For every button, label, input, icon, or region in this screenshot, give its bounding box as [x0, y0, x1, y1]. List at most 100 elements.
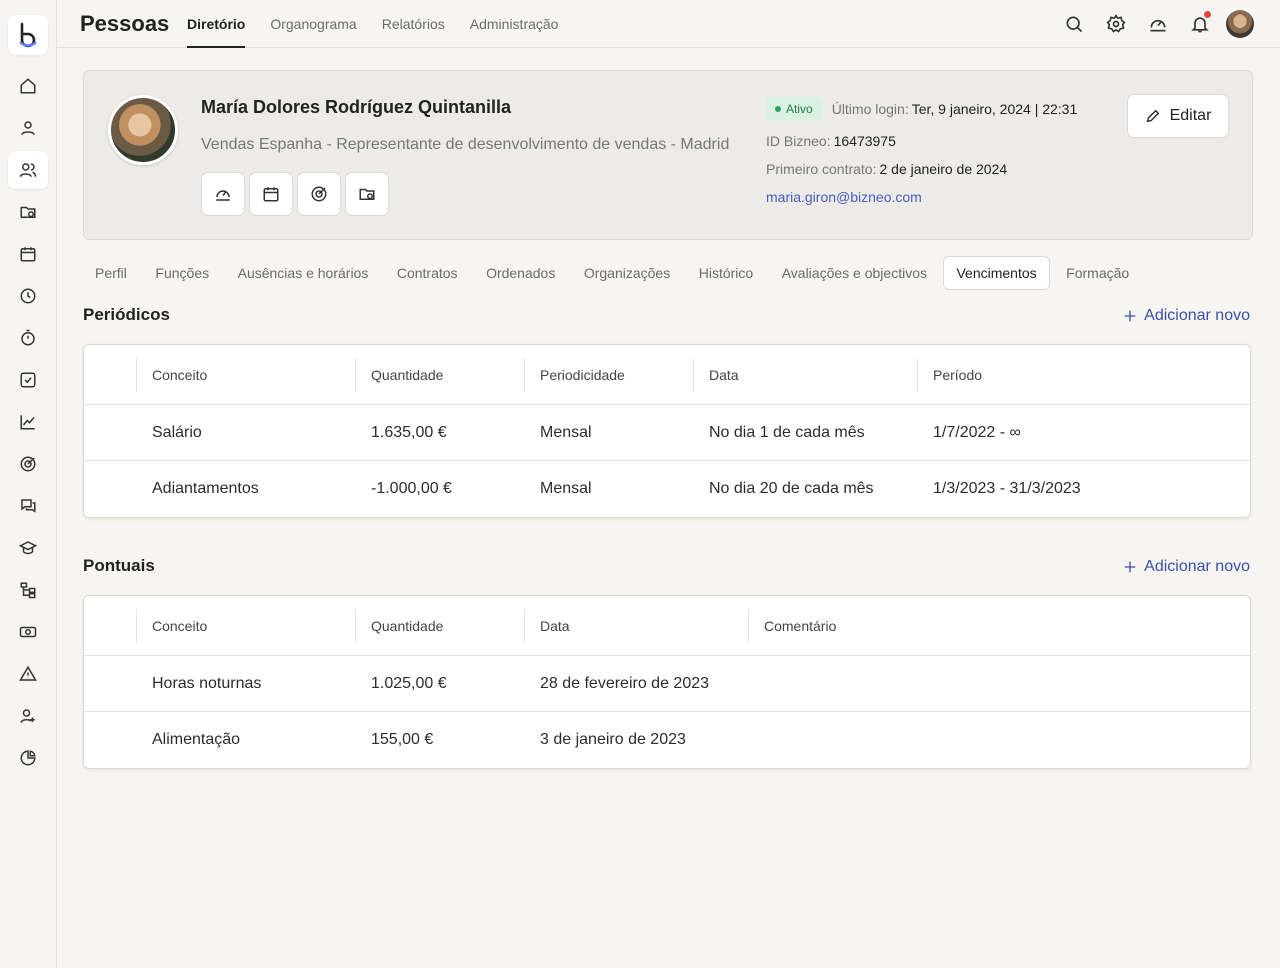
column-header[interactable]: Conceito [136, 596, 355, 655]
status-label: Ativo [786, 102, 813, 116]
speed-icon[interactable] [1144, 10, 1172, 38]
person-name: María Dolores Rodríguez Quintanilla [201, 97, 512, 117]
table-row[interactable]: Alimentação 155,00 € 3 de janeiro de 202… [84, 712, 1250, 768]
documents-button[interactable] [345, 172, 389, 216]
email-link[interactable]: maria.giron@bizneo.com [766, 189, 922, 205]
profile-avatar [108, 95, 178, 165]
tab-ordenados[interactable]: Ordenados [474, 256, 567, 290]
tab-contratos[interactable]: Contratos [385, 256, 470, 290]
top-icons [1046, 10, 1254, 38]
tab-ausencias[interactable]: Ausências e horários [226, 256, 381, 290]
cell-conceito: Horas noturnas [152, 675, 262, 692]
performance-button[interactable] [201, 172, 245, 216]
cell-periodo: 1/7/2022 - ∞ [933, 424, 1021, 441]
person-role: Vendas Espanha - Representante de desenv… [201, 136, 730, 153]
cell-data: No dia 20 de cada mês [709, 480, 874, 497]
cell-conceito: Salário [152, 424, 202, 441]
tab-funcoes[interactable]: Funções [143, 256, 221, 290]
cell-data: 3 de janeiro de 2023 [540, 731, 686, 748]
folder-icon[interactable] [8, 193, 48, 231]
pontuais-add-button[interactable]: Adicionar novo [1122, 558, 1250, 576]
cell-quantidade: 1.025,00 € [371, 675, 447, 692]
table-row[interactable]: Salário 1.635,00 € Mensal No dia 1 de ca… [84, 405, 1250, 461]
edit-label: Editar [1169, 107, 1212, 124]
cell-quantidade: -1.000,00 € [371, 480, 452, 497]
tab-avaliacoes[interactable]: Avaliações e objectivos [770, 256, 939, 290]
users-icon[interactable] [8, 151, 48, 189]
search-icon[interactable] [1060, 10, 1088, 38]
table-header: Conceito Quantidade Data Comentário [84, 596, 1250, 656]
chart-icon[interactable] [8, 403, 48, 441]
periodicos-add-label: Adicionar novo [1144, 307, 1250, 324]
column-header[interactable]: Comentário [748, 596, 1250, 655]
pencil-icon [1146, 109, 1159, 123]
cell-quantidade: 155,00 € [371, 731, 434, 748]
topnav-administracao[interactable]: Administração [470, 0, 559, 48]
cell-data: 28 de fevereiro de 2023 [540, 675, 710, 692]
app-title: Pessoas [80, 11, 170, 36]
plus-icon [1124, 310, 1136, 322]
user-icon[interactable] [8, 109, 48, 147]
pontuais-table: Conceito Quantidade Data Comentário Hora… [83, 595, 1251, 769]
timer-icon[interactable] [8, 319, 48, 357]
cell-periodicidade: Mensal [540, 480, 592, 497]
id-label: ID Bizneo: [766, 133, 831, 149]
profile-tabs: Perfil Funções Ausências e horários Cont… [83, 256, 1146, 290]
cell-comentario [748, 712, 1250, 768]
table-header: Conceito Quantidade Periodicidade Data P… [84, 345, 1250, 405]
tab-historico[interactable]: Histórico [687, 256, 765, 290]
column-header[interactable]: Conceito [136, 345, 355, 404]
cell-comentario [748, 656, 1250, 711]
bizneo-logo[interactable] [8, 15, 48, 55]
periodicos-table: Conceito Quantidade Periodicidade Data P… [83, 344, 1251, 518]
pontuais-title: Pontuais [83, 556, 155, 575]
periodicos-add-button[interactable]: Adicionar novo [1122, 307, 1250, 325]
sidebar [0, 0, 57, 968]
topnav-organograma[interactable]: Organograma [270, 0, 356, 48]
pontuais-add-label: Adicionar novo [1144, 558, 1250, 575]
status-dot [775, 106, 781, 112]
column-header[interactable]: Periodicidade [524, 345, 693, 404]
target-icon[interactable] [8, 445, 48, 483]
table-row[interactable]: Adiantamentos -1.000,00 € Mensal No dia … [84, 461, 1250, 517]
user-plus-icon[interactable] [8, 697, 48, 735]
cell-periodo: 1/3/2023 - 31/3/2023 [933, 480, 1081, 497]
money-icon[interactable] [8, 613, 48, 651]
goals-button[interactable] [297, 172, 341, 216]
contract-value: 2 de janeiro de 2024 [879, 161, 1008, 177]
id-value: 16473975 [833, 133, 896, 149]
topnav-diretorio[interactable]: Diretório [187, 0, 246, 48]
column-header[interactable]: Quantidade [355, 345, 524, 404]
column-header[interactable]: Quantidade [355, 596, 524, 655]
tab-vencimentos[interactable]: Vencimentos [943, 256, 1050, 290]
pie-chart-icon[interactable] [8, 739, 48, 777]
gear-icon[interactable] [1102, 10, 1130, 38]
column-header[interactable]: Data [693, 345, 917, 404]
chat-icon[interactable] [8, 487, 48, 525]
org-chart-icon[interactable] [8, 571, 48, 609]
topnav-relatorios[interactable]: Relatórios [382, 0, 445, 48]
cell-data: No dia 1 de cada mês [709, 424, 865, 441]
last-login-label: Último login: [831, 101, 909, 117]
tab-perfil[interactable]: Perfil [83, 256, 139, 290]
tab-organizacoes[interactable]: Organizações [572, 256, 682, 290]
cell-quantidade: 1.635,00 € [371, 424, 447, 441]
home-icon[interactable] [8, 67, 48, 105]
column-header[interactable]: Data [524, 596, 748, 655]
clock-icon[interactable] [8, 277, 48, 315]
profile-info: Ativo Último login: Ter, 9 janeiro, 2024… [766, 95, 1077, 211]
calendar-icon[interactable] [8, 235, 48, 273]
notification-dot [1204, 11, 1211, 18]
last-login-value: Ter, 9 janeiro, 2024 | 22:31 [911, 101, 1078, 117]
column-header[interactable]: Período [917, 345, 1250, 404]
bell-icon[interactable] [1186, 10, 1214, 38]
table-row[interactable]: Horas noturnas 1.025,00 € 28 de fevereir… [84, 656, 1250, 712]
graduation-cap-icon[interactable] [8, 529, 48, 567]
row-select-column [84, 596, 136, 655]
calendar-button[interactable] [249, 172, 293, 216]
check-square-icon[interactable] [8, 361, 48, 399]
tab-formacao[interactable]: Formação [1054, 256, 1141, 290]
user-avatar[interactable] [1226, 10, 1254, 38]
alert-icon[interactable] [8, 655, 48, 693]
edit-button[interactable]: Editar [1127, 94, 1229, 138]
